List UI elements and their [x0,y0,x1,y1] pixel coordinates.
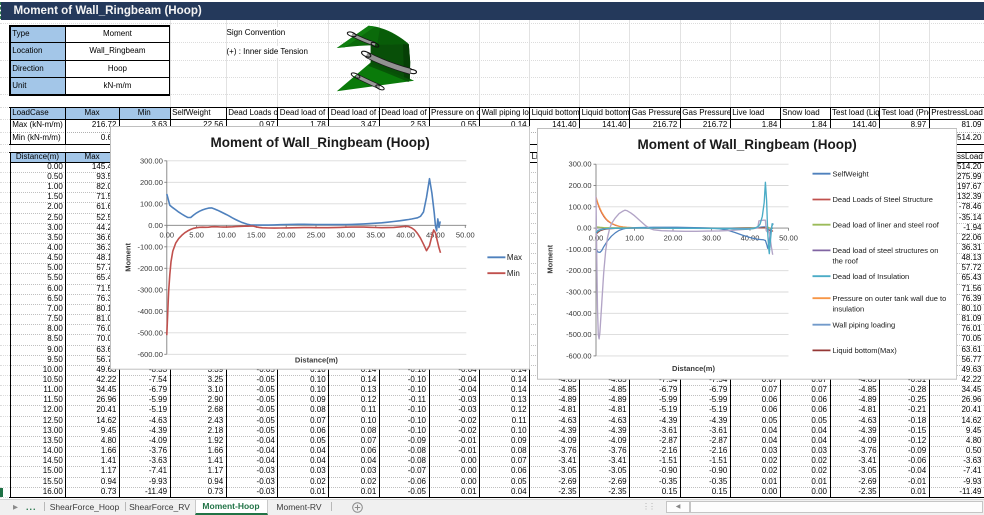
svg-text:-500.00: -500.00 [566,330,591,339]
svg-text:Wall piping loading: Wall piping loading [832,320,895,329]
svg-text:100.00: 100.00 [140,199,163,208]
svg-text:20.00: 20.00 [663,233,682,242]
svg-text:-300.00: -300.00 [137,285,162,294]
svg-text:insulation: insulation [832,304,864,313]
svg-text:0.00: 0.00 [148,220,163,229]
svg-text:50.00: 50.00 [779,233,798,242]
svg-text:0.00: 0.00 [576,223,591,232]
svg-text:15.00: 15.00 [247,230,266,239]
svg-text:SelfWeight: SelfWeight [832,169,869,178]
svg-text:Moment of Wall_Ringbeam (Hoop): Moment of Wall_Ringbeam (Hoop) [637,137,856,152]
svg-text:-600.00: -600.00 [566,351,591,360]
svg-text:10.00: 10.00 [217,230,236,239]
svg-text:35.00: 35.00 [366,230,385,239]
svg-text:Pressure on outer tank wall du: Pressure on outer tank wall due to [832,294,946,303]
svg-text:20.00: 20.00 [276,230,295,239]
svg-text:Dead load of Insulation: Dead load of Insulation [832,272,909,281]
svg-text:0.00: 0.00 [159,230,174,239]
svg-text:-600.00: -600.00 [137,349,162,358]
svg-text:300.00: 300.00 [568,159,591,168]
svg-text:the roof: the roof [832,256,858,265]
svg-text:100.00: 100.00 [568,202,591,211]
svg-text:25.00: 25.00 [306,230,325,239]
svg-text:Max: Max [506,253,521,262]
svg-text:200.00: 200.00 [568,181,591,190]
svg-text:Liquid bottom(Max): Liquid bottom(Max) [832,346,897,355]
svg-text:Dead load of liner and steel r: Dead load of liner and steel roof [832,220,939,229]
svg-text:Moment: Moment [545,244,554,273]
svg-text:30.00: 30.00 [336,230,355,239]
svg-text:200.00: 200.00 [140,177,163,186]
svg-text:Distance(m): Distance(m) [672,364,715,373]
svg-text:-200.00: -200.00 [566,266,591,275]
svg-text:Min: Min [506,268,519,277]
svg-text:40.00: 40.00 [396,230,415,239]
svg-text:Distance(m): Distance(m) [295,355,338,364]
svg-text:30.00: 30.00 [702,233,721,242]
svg-text:-100.00: -100.00 [137,242,162,251]
svg-text:-500.00: -500.00 [137,328,162,337]
svg-text:10.00: 10.00 [625,233,644,242]
svg-text:Dead load of steel structures: Dead load of steel structures on [832,246,938,255]
svg-text:-100.00: -100.00 [566,245,591,254]
svg-text:-400.00: -400.00 [566,309,591,318]
svg-text:-300.00: -300.00 [566,287,591,296]
svg-text:50.00: 50.00 [456,230,475,239]
svg-text:Moment of Wall_Ringbeam (Hoop): Moment of Wall_Ringbeam (Hoop) [210,134,429,149]
svg-text:-200.00: -200.00 [137,263,162,272]
svg-text:5.00: 5.00 [189,230,204,239]
svg-text:-400.00: -400.00 [137,306,162,315]
svg-text:300.00: 300.00 [140,156,163,165]
svg-text:Moment: Moment [123,242,132,271]
svg-text:Dead Loads of Steel Structure: Dead Loads of Steel Structure [832,195,932,204]
